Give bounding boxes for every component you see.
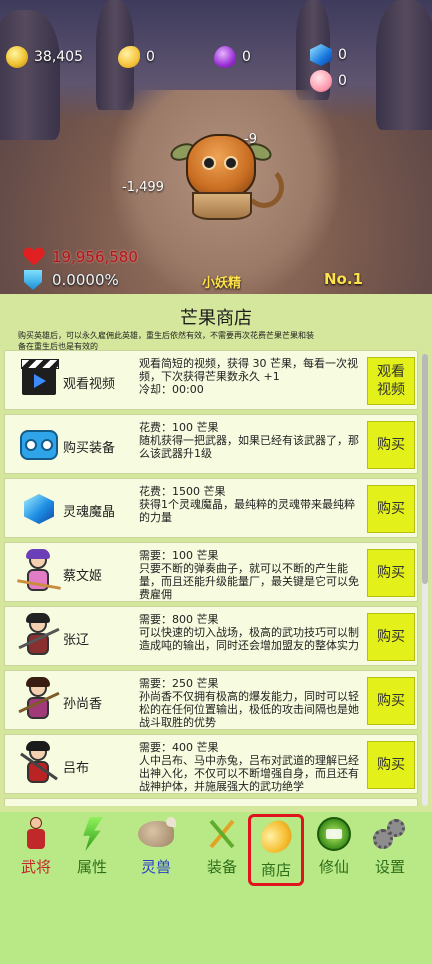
enemy-hp: 19,956,580 — [52, 248, 138, 266]
peach-counter: 0 — [310, 70, 347, 92]
shop-scrollbar[interactable] — [422, 354, 428, 806]
peach-icon — [310, 70, 332, 92]
item-name: 孙尚香 — [63, 697, 103, 712]
watch-video-button[interactable]: 观看 视频 — [367, 357, 415, 405]
bottom-navigation: 武将 属性 灵兽 装备 商店 修仙 设置 — [0, 812, 432, 964]
item-name: 观看视频 — [63, 377, 116, 392]
scrollbar-thumb[interactable] — [422, 354, 428, 584]
shop-title: 芒果商店 — [180, 308, 252, 329]
heart-icon — [24, 248, 44, 266]
shop-item-soul-crystal: 灵魂魔晶 花费：1500 芒果 获得1个灵魂魔晶，最纯粹的灵魂带来最纯粹的力量 … — [4, 478, 418, 538]
item-name: 张辽 — [63, 633, 90, 648]
nav-label: 灵兽 — [140, 858, 171, 876]
shop-item-buy-equipment: 购买装备 花费：100 芒果 随机获得一把武器，如果已经有该武器了，那么该武器升… — [4, 414, 418, 474]
general-icon — [18, 816, 54, 852]
gold-amount: 38,405 — [34, 49, 83, 65]
clapperboard-icon — [15, 357, 63, 405]
hero-caiwenji-icon — [15, 549, 63, 597]
nav-label: 装备 — [206, 858, 237, 876]
nav-label: 商店 — [260, 861, 291, 879]
hero-lvbu-icon — [15, 741, 63, 789]
equipment-icon — [15, 421, 63, 469]
swords-icon — [204, 816, 240, 852]
damage-number-left: -1,499 — [122, 180, 164, 195]
item-description: 需要：250 芒果 孙尚香不仅拥有极高的爆发能力，同时可以轻松的在任何位置输出，… — [139, 677, 359, 729]
nav-tab-shop[interactable]: 商店 — [248, 814, 304, 886]
enemy-name: 小妖精 — [202, 276, 242, 291]
purple-fruit-icon — [214, 46, 236, 68]
nav-tab-attributes[interactable]: 属性 — [66, 814, 118, 884]
item-description: 需要：400 芒果 人中吕布、马中赤兔，吕布对武道的理解已经出神入化，不仅可以不… — [139, 741, 359, 793]
item-description: 花费：100 芒果 随机获得一把武器，如果已经有该武器了，那么该武器升1级 — [139, 421, 359, 460]
purple-fruit-counter: 0 — [214, 46, 251, 68]
nav-tab-generals[interactable]: 武将 — [10, 814, 62, 884]
monster-eye-left — [202, 156, 216, 170]
nav-tab-spirit-beast[interactable]: 灵兽 — [130, 814, 182, 884]
stage-rank: No.1 — [324, 270, 363, 288]
monster-legs — [192, 192, 252, 220]
shield-icon — [24, 270, 42, 290]
buy-hero-caiwenji-button[interactable]: 购买 — [367, 549, 415, 597]
item-name: 购买装备 — [63, 441, 116, 456]
mango-icon — [118, 46, 140, 68]
gear-icon — [372, 816, 408, 852]
nav-tab-settings[interactable]: 设置 — [364, 814, 416, 884]
battle-scene: 38,405 0 0 0 0 -9 -1,499 19,956,580 0.00… — [0, 0, 432, 294]
tree-trunk-right — [376, 0, 432, 130]
peach-amount: 0 — [338, 73, 347, 89]
purple-fruit-amount: 0 — [242, 49, 251, 65]
tree-trunk-left — [0, 10, 60, 140]
nav-tab-cultivation[interactable]: 修仙 — [308, 814, 360, 884]
mango-counter: 0 — [118, 46, 155, 68]
crystal-counter: 0 — [310, 44, 347, 66]
nav-label: 属性 — [76, 858, 107, 876]
buy-hero-zhangliao-button[interactable]: 购买 — [367, 613, 415, 661]
buy-soul-crystal-button[interactable]: 购买 — [367, 485, 415, 533]
mango-shop-panel: 芒果商店 购买英雄后，可以永久雇佣此英雄，重生后依然有效，不需要再次花费芒果芒果… — [0, 294, 432, 812]
item-description: 花费：1500 芒果 获得1个灵魂魔晶，最纯粹的灵魂带来最纯粹的力量 — [139, 485, 355, 524]
shield-row: 0.0000% — [24, 270, 119, 290]
gold-counter: 38,405 — [6, 46, 83, 68]
hero-sunshangxiang-icon — [15, 677, 63, 725]
shop-item-hero-caiwenji: 蔡文姬 需要：100 芒果 只要不断的弹奏曲子，就可以不断的产生能量，而且还能升… — [4, 542, 418, 602]
lightning-icon — [74, 816, 110, 852]
crystal-amount: 0 — [338, 47, 347, 63]
item-name: 蔡文姬 — [63, 569, 103, 584]
nav-label: 武将 — [20, 858, 51, 876]
item-description: 需要：800 芒果 可以快速的切入战场，极高的武功技巧可以制造成吨的输出，同时还… — [139, 613, 359, 652]
shop-item-hero-zhangliao: 张辽 需要：800 芒果 可以快速的切入战场，极高的武功技巧可以制造成吨的输出，… — [4, 606, 418, 666]
buy-hero-lvbu-button[interactable]: 购买 — [367, 741, 415, 789]
nav-tab-equipment[interactable]: 装备 — [196, 814, 248, 884]
shop-description: 购买英雄后，可以永久雇佣此英雄，重生后依然有效，不需要再次花费芒果芒果和装备在重… — [18, 331, 314, 351]
hero-zhangliao-icon — [15, 613, 63, 661]
shop-item-partial — [4, 798, 418, 806]
monster-eye-right — [224, 156, 238, 170]
buy-equipment-button[interactable]: 购买 — [367, 421, 415, 469]
blue-crystal-icon — [310, 44, 332, 66]
soul-crystal-icon — [15, 485, 63, 533]
item-name: 灵魂魔晶 — [63, 505, 116, 520]
mango-amount: 0 — [146, 49, 155, 65]
item-description: 观看简短的视频，获得 30 芒果，每看一次视频，下次获得芒果数永久 +1 冷却：… — [139, 357, 358, 396]
shop-item-list[interactable]: 观看视频 观看简短的视频，获得 30 芒果，每看一次视频，下次获得芒果数永久 +… — [4, 350, 418, 806]
buy-hero-sunshangxiang-button[interactable]: 购买 — [367, 677, 415, 725]
cultivation-icon — [316, 816, 352, 852]
nav-label: 修仙 — [318, 858, 349, 876]
item-name: 吕布 — [63, 761, 90, 776]
damage-number-top: -9 — [244, 132, 257, 147]
item-description: 需要：100 芒果 只要不断的弹奏曲子，就可以不断的产生能量，而且还能升级能量厂… — [139, 549, 359, 601]
shop-item-watch-video: 观看视频 观看简短的视频，获得 30 芒果，每看一次视频，下次获得芒果数永久 +… — [4, 350, 418, 410]
shop-item-hero-sunshangxiang: 孙尚香 需要：250 芒果 孙尚香不仅拥有极高的爆发能力，同时可以轻松的在任何位… — [4, 670, 418, 730]
enemy-hp-row: 19,956,580 — [24, 248, 138, 266]
mango-icon — [255, 816, 297, 858]
gold-coin-icon — [6, 46, 28, 68]
nav-label: 设置 — [374, 858, 405, 876]
beast-icon — [138, 816, 176, 852]
shop-item-hero-lvbu: 吕布 需要：400 芒果 人中吕布、马中赤兔，吕布对武道的理解已经出神入化，不仅… — [4, 734, 418, 794]
shield-percent: 0.0000% — [52, 271, 119, 289]
